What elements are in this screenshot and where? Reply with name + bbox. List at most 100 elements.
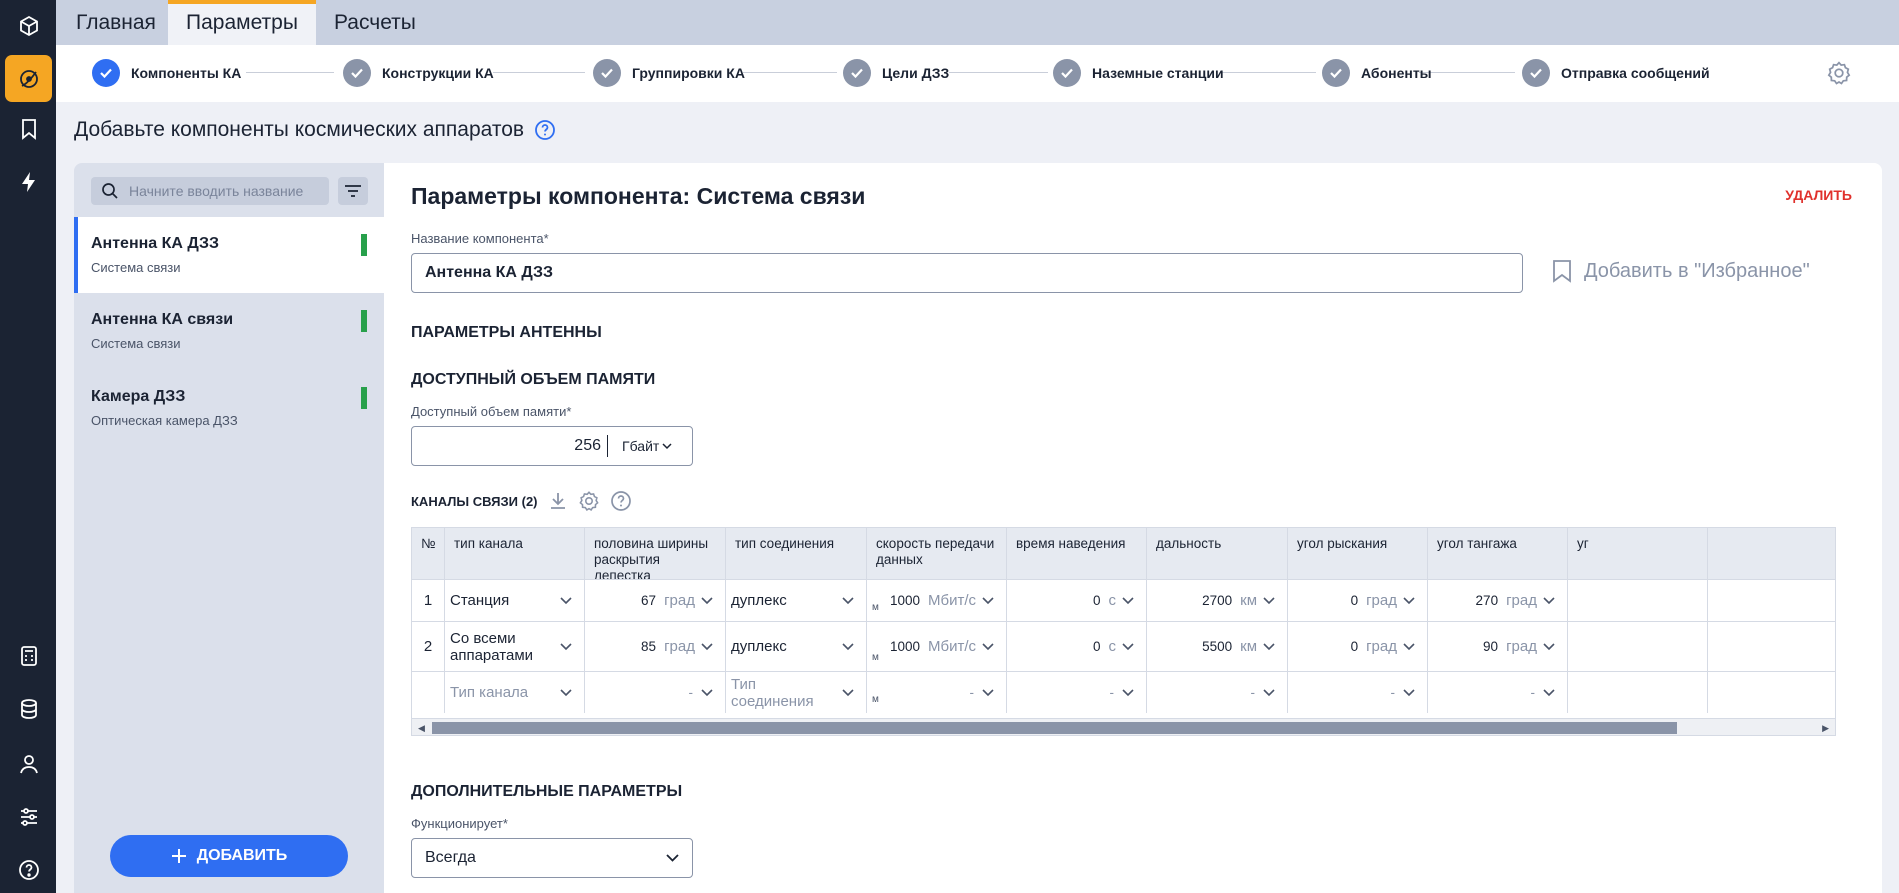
help-icon[interactable] (534, 119, 556, 141)
aim-time-field[interactable]: - (1007, 672, 1147, 713)
cube-icon[interactable] (5, 2, 52, 49)
component-name-value: Антенна КА ДЗЗ (425, 264, 554, 281)
favorites-label: Добавить в "Избранное" (1584, 259, 1810, 282)
aim-time-value: 0 (1092, 639, 1101, 654)
column-header: № (412, 528, 445, 579)
row-number: 1 (412, 580, 445, 621)
list-item-subtitle: Система связи (91, 260, 181, 275)
memory-unit-select[interactable]: Гбайт (608, 438, 672, 454)
range-field[interactable]: - (1147, 672, 1288, 713)
delete-button[interactable]: УДАЛИТЬ (1785, 187, 1852, 203)
filter-button[interactable] (338, 177, 368, 205)
search-input[interactable] (129, 183, 319, 199)
step-connector (1419, 72, 1515, 73)
add-to-favorites-button[interactable]: Добавить в "Избранное" (1552, 259, 1810, 283)
gear-icon[interactable] (1826, 60, 1852, 91)
scroll-thumb[interactable] (432, 722, 1677, 734)
column-header: угол тангажа (1428, 528, 1568, 579)
channel-type-select[interactable]: Тип канала (445, 672, 585, 713)
speed-field[interactable]: м- (867, 672, 1007, 713)
tab-home[interactable]: Главная (58, 0, 174, 45)
half-width-field[interactable]: - (585, 672, 726, 713)
chevron-down-icon (560, 642, 572, 650)
list-item[interactable]: Камера ДЗЗ Оптическая камера ДЗЗ (74, 370, 384, 446)
chevron-down-icon (701, 688, 713, 696)
bookmark-icon[interactable] (5, 105, 52, 152)
sliders-icon[interactable] (5, 793, 52, 840)
connection-type-select[interactable]: Тип соединения (726, 672, 867, 713)
check-icon (92, 59, 120, 87)
download-icon[interactable] (548, 491, 568, 511)
memory-field[interactable]: 256 Гбайт (411, 426, 693, 466)
unit-label: с (1108, 592, 1117, 609)
functions-field-label: Функционирует* (411, 816, 508, 831)
search-icon (102, 183, 118, 199)
step-groupings[interactable]: Группировки КА (593, 58, 745, 88)
yaw-field[interactable]: - (1288, 672, 1428, 713)
step-label: Наземные станции (1092, 65, 1224, 81)
help-icon[interactable] (610, 490, 632, 512)
chevron-down-icon (1543, 642, 1555, 650)
database-icon[interactable] (5, 685, 52, 732)
m-label: м (872, 602, 879, 613)
chevron-down-icon (1122, 596, 1134, 604)
empty-value: - (1530, 685, 1536, 700)
list-item-title: Антенна КА связи (91, 311, 234, 328)
gear-icon[interactable] (578, 490, 600, 512)
range-field[interactable]: 5500 км (1147, 622, 1288, 671)
step-label: Группировки КА (632, 65, 745, 81)
step-send-messages[interactable]: Отправка сообщений (1522, 58, 1710, 88)
pitch-field[interactable]: - (1428, 672, 1568, 713)
truncated-cell (1568, 672, 1708, 713)
user-icon[interactable] (5, 740, 52, 787)
list-item[interactable]: Антенна КА ДЗЗ Система связи (74, 217, 384, 293)
step-components[interactable]: Компоненты КА (92, 58, 241, 88)
functions-value: Всегда (425, 849, 476, 866)
chevron-down-icon (560, 688, 572, 696)
calculator-icon[interactable] (5, 632, 52, 679)
step-subscribers[interactable]: Абоненты (1322, 58, 1432, 88)
half-width-field[interactable]: 67 град (585, 580, 726, 621)
component-name-field[interactable]: Антенна КА ДЗЗ (411, 253, 1523, 293)
aim-time-field[interactable]: 0с (1007, 622, 1147, 671)
component-list-panel: Антенна КА ДЗЗ Система связи Антенна КА … (74, 163, 384, 893)
functions-select[interactable]: Всегда (411, 838, 693, 878)
aim-time-field[interactable]: 0с (1007, 580, 1147, 621)
yaw-field[interactable]: 0 град (1288, 580, 1428, 621)
channel-type-select[interactable]: Со всеми аппаратами (445, 622, 585, 671)
horizontal-scrollbar[interactable]: ◀ ▶ (412, 718, 1835, 735)
chevron-down-icon (666, 854, 679, 862)
range-field[interactable]: 2700 км (1147, 580, 1288, 621)
panel-title: Параметры компонента: Система связи (411, 183, 866, 209)
speed-field[interactable]: м 1000 Мбит/с (867, 580, 1007, 621)
memory-value[interactable]: 256 (412, 435, 608, 457)
half-width-field[interactable]: 85 град (585, 622, 726, 671)
pitch-field[interactable]: 270 град (1428, 580, 1568, 621)
tab-parameters[interactable]: Параметры (168, 0, 316, 45)
step-constructions[interactable]: Конструкции КА (343, 58, 494, 88)
scroll-left-icon[interactable]: ◀ (418, 723, 425, 734)
orbit-icon[interactable] (5, 55, 52, 102)
connection-type-select[interactable]: дуплекс (726, 580, 867, 621)
tab-calculations[interactable]: Расчеты (316, 0, 434, 45)
connection-type-select[interactable]: дуплекс (726, 622, 867, 671)
step-ground-stations[interactable]: Наземные станции (1053, 58, 1224, 88)
column-header: тип соединения (726, 528, 867, 579)
scroll-right-icon[interactable]: ▶ (1822, 723, 1829, 734)
add-component-button[interactable]: ДОБАВИТЬ (110, 835, 348, 877)
empty-value: - (1250, 685, 1256, 700)
speed-field[interactable]: м 1000 Мбит/с (867, 622, 1007, 671)
list-item[interactable]: Антенна КА связи Система связи (74, 293, 384, 369)
row-number: 2 (412, 622, 445, 671)
step-targets[interactable]: Цели ДЗЗ (843, 58, 949, 88)
list-item-title: Антенна КА ДЗЗ (91, 235, 220, 252)
help-icon[interactable] (5, 846, 52, 893)
lightning-icon[interactable] (5, 158, 52, 205)
chevron-down-icon (1403, 596, 1415, 604)
search-box[interactable] (91, 177, 329, 205)
status-indicator (361, 310, 367, 332)
yaw-field[interactable]: 0 град (1288, 622, 1428, 671)
pitch-field[interactable]: 90 град (1428, 622, 1568, 671)
channel-type-select[interactable]: Станция (445, 580, 585, 621)
chevron-down-icon (842, 596, 854, 604)
